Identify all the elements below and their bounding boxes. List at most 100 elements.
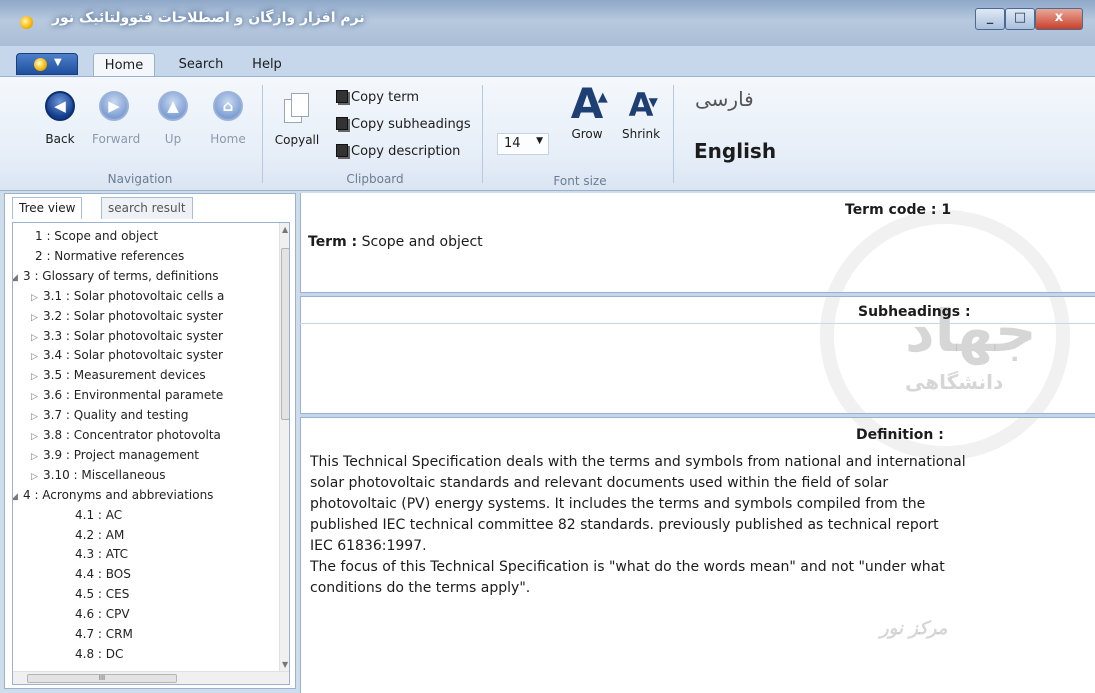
up-button[interactable]: ▲ Up [151,91,195,146]
grip-icon: III [98,674,106,682]
back-button[interactable]: ◀ Back [38,91,82,146]
sun-icon [34,58,47,71]
tree-node[interactable]: ▷ 3.6 : Environmental paramete [31,388,223,407]
copy-term-label: Copy term [351,90,419,105]
tree-node[interactable]: 4.3 : ATC [75,547,128,566]
copy-icon [336,117,348,130]
tree-view: 1 : Scope and object 2 : Normative refere… [12,222,290,685]
forward-label: Forward [92,132,141,146]
tab-home[interactable]: Home [93,53,155,77]
language-farsi-button[interactable]: فارسی [695,87,754,111]
group-divider [262,85,263,183]
font-size-select[interactable]: 14 ▼ [497,133,549,155]
tree-node[interactable]: 4.5 : CES [75,587,129,606]
tab-tree-view[interactable]: Tree view [12,197,83,219]
tree-node-label: 4.3 : ATC [75,547,129,562]
close-button[interactable]: x [1035,8,1083,30]
tree-node[interactable]: 4.4 : BOS [75,567,131,586]
shrink-font-icon: A ▼ [628,86,658,124]
minimize-button[interactable]: _ [975,8,1005,30]
chevron-down-icon: ▼ [536,136,543,146]
tree-node[interactable]: ▷ 3.4 : Solar photovoltaic syster [31,348,223,367]
collapsed-icon[interactable]: ▷ [31,333,43,343]
shrink-font-button[interactable]: A ▼ Shrink [617,83,665,141]
collapsed-icon[interactable]: ▷ [31,313,43,323]
section-divider[interactable] [300,413,1095,418]
tab-search[interactable]: Search [170,53,232,77]
tree-node[interactable]: ◢3 : Glossary of terms, definitions [13,269,219,288]
expanded-icon[interactable]: ◢ [13,492,23,502]
tree-node-label: 4.7 : CRM [75,627,133,641]
collapsed-icon[interactable]: ▷ [31,293,43,303]
tree-node[interactable]: 4.7 : CRM [75,627,133,646]
copy-description-label: Copy description [351,144,461,159]
collapsed-icon[interactable]: ▷ [31,372,43,382]
collapsed-icon[interactable]: ▷ [31,392,43,402]
home-button[interactable]: ⌂ Home [206,91,250,146]
tab-search-result[interactable]: search result [101,197,193,219]
tree-node-label: 3.3 : Solar photovoltaic syster [43,328,223,343]
back-label: Back [45,132,75,146]
definition-label: Definition : [856,427,944,443]
expanded-icon[interactable]: ◢ [13,273,23,283]
section-divider[interactable] [300,292,1095,297]
maximize-button[interactable]: □ [1005,8,1035,30]
definition-text: This Technical Specification deals with … [310,454,966,596]
tree-node[interactable]: 2 : Normative references [35,249,184,268]
ribbon-tab-bar [0,46,1095,76]
copy-subheadings-button[interactable]: Copy subheadings [336,117,471,137]
tree-node-label: 3.10 : Miscellaneous [43,467,166,482]
title-bar[interactable]: نرم افزار وازگان و اصطلاحات فتوولتائیک ن… [0,0,1095,46]
grow-font-button[interactable]: A ▲ Grow [563,81,611,142]
app-logo-icon [20,16,33,29]
tree-node[interactable]: 1 : Scope and object [35,229,158,248]
tree-node[interactable]: 4.2 : AM [75,528,124,547]
subheadings-divider [300,323,1095,324]
collapsed-icon[interactable]: ▷ [31,352,43,362]
tree-clip: 1 : Scope and object 2 : Normative refere… [13,223,277,671]
vertical-scrollbar[interactable]: ▲ ▼ [279,223,289,671]
tree-node-label: 4.1 : AC [75,507,123,522]
tree-node-label: 4.6 : CPV [75,607,130,622]
application-menu-button[interactable]: ▼ [16,53,78,75]
tree-node[interactable]: ▷ 3.9 : Project management [31,448,199,467]
tree-node[interactable]: ▷ 3.1 : Solar photovoltaic cells a [31,289,224,308]
tree-node-label: 3.6 : Environmental paramete [43,388,224,403]
tab-help[interactable]: Help [247,53,287,77]
tree-node[interactable]: 4.6 : CPV [75,607,130,626]
tree-node[interactable]: ▷ 3.2 : Solar photovoltaic syster [31,309,223,328]
clipboard-group-label: Clipboard [346,172,404,186]
tree-node-label: 4 : Acronyms and abbreviations [23,487,214,502]
group-divider [482,85,483,183]
tree-node[interactable]: ▷ 3.3 : Solar photovoltaic syster [31,329,223,348]
tree-node[interactable]: ◢4 : Acronyms and abbreviations [13,488,213,507]
scroll-up-icon: ▲ [282,225,289,234]
maximize-icon: □ [1013,10,1027,25]
tree-node[interactable]: ▷ 3.8 : Concentrator photovolta [31,428,221,447]
copy-term-button[interactable]: Copy term [336,90,419,110]
tree-node[interactable]: 4.1 : AC [75,508,122,527]
collapsed-icon[interactable]: ▷ [31,472,43,482]
forward-button[interactable]: ▶ Forward [92,91,141,146]
tree-node[interactable]: ▷ 3.5 : Measurement devices [31,368,206,387]
close-icon: x [1054,10,1064,25]
copy-icon [336,144,348,157]
tree-node[interactable]: ▷ 3.10 : Miscellaneous [31,468,166,487]
tree-node-label: 3.1 : Solar photovoltaic cells a [43,288,225,303]
tree-node-label: 3.5 : Measurement devices [43,368,206,383]
language-english-button[interactable]: English [694,139,776,163]
tree-node[interactable]: ▷ 3.7 : Quality and testing [31,408,188,427]
collapsed-icon[interactable]: ▷ [31,412,43,422]
tree-node[interactable]: 4.8 : DC [75,647,123,666]
collapsed-icon[interactable]: ▷ [31,452,43,462]
tree-node-label: 1 : Scope and object [35,229,159,243]
horizontal-scrollbar[interactable]: III [13,671,289,684]
scroll-thumb[interactable] [281,248,289,420]
scroll-thumb-horizontal[interactable]: III [27,674,177,683]
scroll-down-icon: ▼ [282,660,289,669]
group-divider [673,85,674,183]
collapsed-icon[interactable]: ▷ [31,432,43,442]
navigation-group-label: Navigation [107,172,173,186]
copyall-button[interactable]: Copyall [273,93,321,147]
copy-description-button[interactable]: Copy description [336,144,460,164]
